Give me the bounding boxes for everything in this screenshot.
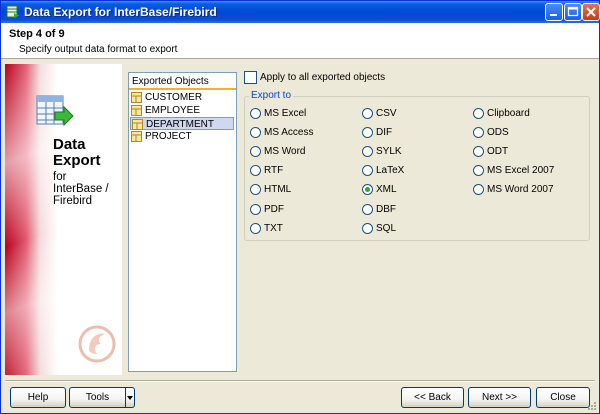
resize-grip-icon[interactable] (587, 401, 597, 411)
close-window-button[interactable] (582, 3, 600, 21)
radio-pdf[interactable] (250, 204, 261, 215)
radio-label-sylk[interactable]: SYLK (376, 146, 402, 157)
list-item-employee[interactable]: EMPLOYEE (130, 104, 234, 117)
minimize-button[interactable] (545, 3, 563, 21)
back-button[interactable]: << Back (401, 387, 464, 408)
product-banner: Data Export for InterBase / Firebird (5, 64, 122, 375)
table-icon (132, 119, 143, 130)
radio-dif[interactable] (362, 127, 373, 138)
tools-dropdown-arrow-icon[interactable] (125, 387, 135, 408)
export-to-label: Export to (249, 90, 294, 101)
radio-ods[interactable] (473, 127, 484, 138)
minimize-icon (550, 14, 557, 16)
radio-clipboard[interactable] (473, 108, 484, 119)
radio-label-dbf[interactable]: DBF (376, 204, 396, 215)
radio-rtf[interactable] (250, 165, 261, 176)
maximize-button[interactable] (564, 3, 582, 21)
radio-label-html[interactable]: HTML (264, 184, 291, 195)
radio-ms-excel-2007[interactable] (473, 165, 484, 176)
export-wizard-window: Data Export for InterBase/Firebird Step … (0, 0, 600, 414)
radio-ms-word-2007[interactable] (473, 184, 484, 195)
radio-latex[interactable] (362, 165, 373, 176)
apply-to-all-checkbox[interactable] (244, 71, 257, 84)
radio-label-ms-excel-2007[interactable]: MS Excel 2007 (487, 165, 554, 176)
window-title: Data Export for InterBase/Firebird (24, 5, 217, 19)
radio-csv[interactable] (362, 108, 373, 119)
radio-label-ms-excel[interactable]: MS Excel (264, 108, 306, 119)
radio-label-ms-access[interactable]: MS Access (264, 127, 313, 138)
close-button[interactable]: Close (536, 387, 590, 408)
table-export-icon (36, 95, 74, 127)
list-item-customer[interactable]: CUSTOMER (130, 91, 234, 104)
app-icon (6, 5, 19, 18)
exported-objects-list[interactable]: Exported Objects CUSTOMER EMPLOYEE DEPAR… (128, 72, 237, 372)
list-item-project[interactable]: PROJECT (130, 130, 234, 143)
radio-label-ms-word-2007[interactable]: MS Word 2007 (487, 184, 554, 195)
radio-label-pdf[interactable]: PDF (264, 204, 284, 215)
radio-odt[interactable] (473, 146, 484, 157)
tools-button[interactable]: Tools (69, 387, 126, 408)
step-header: Step 4 of 9 Specify output data format t… (1, 23, 599, 59)
radio-sql[interactable] (362, 223, 373, 234)
radio-label-clipboard[interactable]: Clipboard (487, 108, 530, 119)
radio-ms-word[interactable] (250, 146, 261, 157)
radio-label-odt[interactable]: ODT (487, 146, 508, 157)
radio-txt[interactable] (250, 223, 261, 234)
radio-label-xml[interactable]: XML (376, 184, 397, 195)
radio-sylk[interactable] (362, 146, 373, 157)
apply-to-all-label[interactable]: Apply to all exported objects (260, 72, 385, 83)
next-button[interactable]: Next >> (468, 387, 531, 408)
radio-label-sql[interactable]: SQL (376, 223, 396, 234)
banner-product-name: Data Export (53, 136, 101, 169)
exported-objects-header: Exported Objects (129, 73, 236, 90)
radio-label-txt[interactable]: TXT (264, 223, 283, 234)
maximize-icon (567, 6, 579, 17)
radio-label-ms-word[interactable]: MS Word (264, 146, 306, 157)
title-bar[interactable]: Data Export for InterBase/Firebird (1, 1, 600, 23)
step-title: Step 4 of 9 (9, 28, 65, 40)
bottom-separator (5, 380, 595, 382)
radio-html[interactable] (250, 184, 261, 195)
help-button[interactable]: Help (10, 387, 66, 408)
step-description: Specify output data format to export (19, 44, 178, 55)
radio-xml[interactable] (362, 184, 373, 195)
close-icon (586, 7, 596, 17)
radio-dbf[interactable] (362, 204, 373, 215)
radio-label-latex[interactable]: LaTeX (376, 165, 404, 176)
table-icon (131, 92, 142, 103)
firebird-logo-icon (78, 325, 116, 363)
radio-ms-access[interactable] (250, 127, 261, 138)
banner-product-subtitle: for InterBase / Firebird (53, 171, 109, 207)
radio-ms-excel[interactable] (250, 108, 261, 119)
radio-label-csv[interactable]: CSV (376, 108, 397, 119)
table-icon (131, 131, 142, 142)
radio-label-dif[interactable]: DIF (376, 127, 392, 138)
table-icon (131, 105, 142, 116)
radio-label-rtf[interactable]: RTF (264, 165, 283, 176)
list-item-department[interactable]: DEPARTMENT (130, 117, 234, 130)
radio-label-ods[interactable]: ODS (487, 127, 509, 138)
